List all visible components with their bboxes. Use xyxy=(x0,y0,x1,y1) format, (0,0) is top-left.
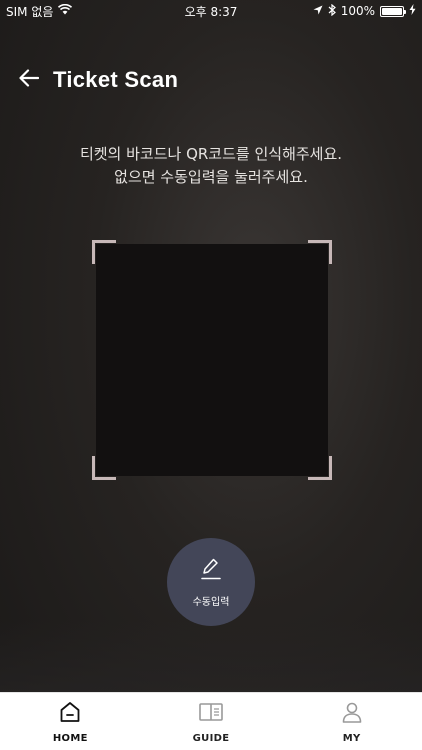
tab-bar: HOME GUIDE MY xyxy=(0,692,422,750)
manual-entry-label: 수동입력 xyxy=(192,596,230,608)
battery-percent: 100% xyxy=(340,4,375,18)
page-title: Ticket Scan xyxy=(53,67,179,92)
charging-icon xyxy=(409,4,416,18)
scan-corner-top-right xyxy=(308,240,332,264)
bluetooth-icon xyxy=(328,3,336,19)
tab-home[interactable]: HOME xyxy=(20,700,120,744)
bottom-fade xyxy=(0,620,422,692)
scan-frame xyxy=(92,240,332,480)
status-bar: SIM 없음 오후 8:37 100% xyxy=(0,0,422,22)
scan-corner-bottom-right xyxy=(308,456,332,480)
battery-icon xyxy=(380,5,406,17)
book-icon xyxy=(198,700,224,728)
status-left: SIM 없음 xyxy=(6,3,73,20)
status-right: 100% xyxy=(313,3,416,19)
location-arrow-icon xyxy=(313,4,323,18)
scan-corner-top-left xyxy=(92,240,116,264)
camera-viewport xyxy=(96,244,328,476)
carrier-label: SIM 없음 xyxy=(6,4,54,19)
instruction-line-2: 없으면 수동입력을 눌러주세요. xyxy=(114,168,308,186)
back-button[interactable] xyxy=(17,68,41,92)
scan-corner-bottom-left xyxy=(92,456,116,480)
person-icon xyxy=(340,700,364,728)
pencil-icon xyxy=(200,557,222,585)
tab-guide[interactable]: GUIDE xyxy=(161,700,261,744)
header: Ticket Scan xyxy=(0,58,422,102)
tab-guide-label: GUIDE xyxy=(192,732,230,744)
tab-home-label: HOME xyxy=(52,732,88,744)
back-arrow-icon xyxy=(19,69,40,91)
tab-my[interactable]: MY xyxy=(302,700,402,744)
scan-instructions: 티켓의 바코드나 QR코드를 인식해주세요. 없으면 수동입력을 눌러주세요. xyxy=(0,143,422,189)
tab-my-label: MY xyxy=(342,732,361,744)
home-icon xyxy=(58,700,82,728)
instruction-line-1: 티켓의 바코드나 QR코드를 인식해주세요. xyxy=(79,145,343,163)
wifi-icon xyxy=(58,3,73,18)
manual-entry-button[interactable]: 수동입력 xyxy=(167,538,255,626)
